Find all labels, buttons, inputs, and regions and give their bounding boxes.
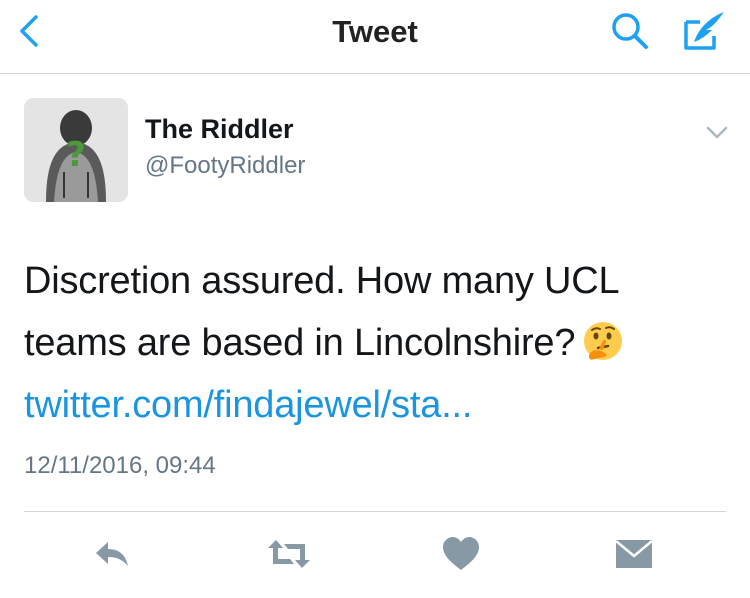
like-button[interactable] bbox=[440, 534, 482, 574]
retweet-button[interactable] bbox=[266, 534, 312, 574]
direct-message-button[interactable] bbox=[613, 534, 655, 574]
compose-quill-icon bbox=[684, 12, 724, 50]
svg-text:?: ? bbox=[66, 135, 86, 175]
reply-icon bbox=[96, 542, 128, 566]
tweet-text-line: Discretion assured. How many UCL bbox=[24, 260, 620, 302]
reply-button[interactable] bbox=[92, 534, 134, 574]
tweet-text-line: teams are based in Lincolnshire? bbox=[24, 312, 724, 374]
author-handle[interactable]: @FootyRiddler bbox=[145, 152, 305, 180]
more-options-button[interactable] bbox=[700, 120, 734, 146]
heart-icon bbox=[443, 537, 479, 570]
navigation-bar: Tweet bbox=[0, 0, 750, 74]
tweet-text: Discretion assured. How many UCL teams a… bbox=[24, 250, 724, 436]
riddler-avatar: ? bbox=[24, 98, 128, 202]
divider bbox=[24, 511, 726, 512]
avatar[interactable]: ? bbox=[24, 98, 128, 202]
chevron-down-icon bbox=[706, 126, 728, 139]
search-icon bbox=[612, 13, 648, 49]
envelope-icon bbox=[615, 540, 653, 568]
retweet-icon bbox=[268, 540, 310, 568]
search-button[interactable] bbox=[608, 10, 654, 52]
tweet-timestamp: 12/11/2016, 09:44 bbox=[24, 452, 216, 479]
tweet-link[interactable]: twitter.com/findajewel/sta... bbox=[24, 374, 724, 436]
author-name[interactable]: The Riddler bbox=[145, 114, 294, 145]
compose-button[interactable] bbox=[680, 8, 728, 54]
thinking-face-emoji bbox=[581, 319, 625, 363]
tweet-text-segment: teams are based in Lincolnshire? bbox=[24, 322, 576, 364]
